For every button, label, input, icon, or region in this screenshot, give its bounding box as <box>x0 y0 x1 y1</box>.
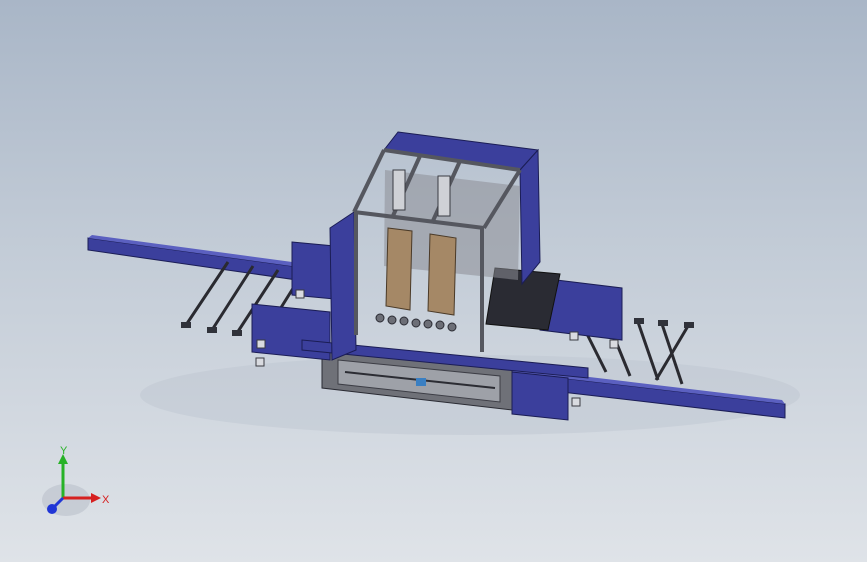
machine-assembly-model[interactable] <box>0 0 867 562</box>
housing-right-panel[interactable] <box>519 148 541 286</box>
3d-viewport[interactable]: Y X <box>0 0 867 562</box>
carriage-rollers <box>375 313 457 332</box>
x-axis-arrow <box>91 493 101 503</box>
carriage-plate-right[interactable] <box>427 233 457 316</box>
z-axis-head <box>47 504 57 514</box>
x-axis-label: X <box>102 494 110 506</box>
housing-top-plate[interactable] <box>383 131 540 171</box>
left-arm-feet <box>181 322 242 336</box>
right-lower-block[interactable] <box>511 371 569 421</box>
base-blue-connector <box>416 378 426 386</box>
housing-left-panel[interactable] <box>329 211 357 361</box>
y-axis-label: Y <box>60 446 68 457</box>
coordinate-triad: Y X <box>42 446 110 516</box>
left-rail[interactable] <box>87 237 321 284</box>
carriage-plate-left[interactable] <box>385 227 413 311</box>
